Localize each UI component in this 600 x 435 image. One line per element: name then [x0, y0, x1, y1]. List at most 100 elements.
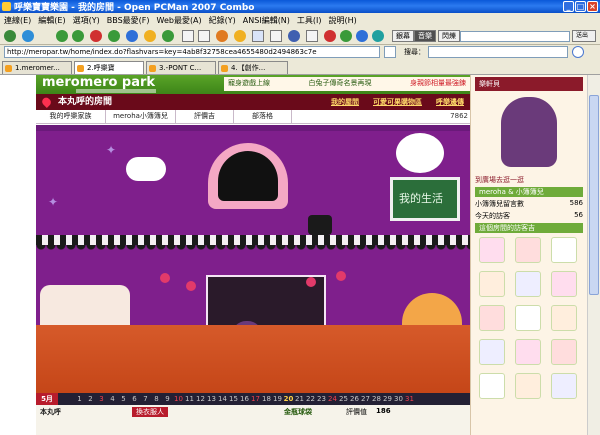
- flash-toggle[interactable]: 閃爍: [438, 30, 460, 42]
- tab-1[interactable]: 1.meromer...: [2, 61, 72, 74]
- stop-icon[interactable]: [90, 30, 102, 42]
- change-outfit-button[interactable]: 換衣服人: [132, 407, 168, 417]
- favorites-icon[interactable]: [144, 30, 156, 42]
- visitor-thumb[interactable]: [479, 373, 505, 399]
- shop-link[interactable]: 可愛可果購物區: [373, 94, 422, 110]
- calendar-day[interactable]: 4: [107, 395, 118, 403]
- visitor-thumb[interactable]: [515, 271, 541, 297]
- tab-3[interactable]: 3.-PONT C...: [146, 61, 216, 74]
- nav-guestbook[interactable]: meroha小簿簿兒: [106, 110, 176, 123]
- menu-options[interactable]: 選項(Y): [73, 15, 100, 26]
- tab-2[interactable]: 2.呼樂寶: [74, 61, 144, 74]
- header-link-2[interactable]: 白兔子傳奇名景再現: [309, 78, 372, 90]
- calendar-day[interactable]: 6: [129, 395, 140, 403]
- calendar-day[interactable]: 19: [272, 395, 283, 403]
- calendar-day[interactable]: 28: [371, 395, 382, 403]
- url-field[interactable]: http://meropar.tw/home/index.do?flashvar…: [4, 46, 380, 58]
- calendar-day[interactable]: 12: [195, 395, 206, 403]
- send-input[interactable]: [460, 31, 570, 42]
- visitor-thumb[interactable]: [479, 305, 505, 331]
- menu-tools[interactable]: 工具(I): [297, 15, 322, 26]
- calendar-day[interactable]: 24: [327, 395, 338, 403]
- copy-icon[interactable]: [182, 30, 194, 42]
- send-button[interactable]: 送出: [572, 30, 596, 42]
- calendar-day[interactable]: 31: [404, 395, 415, 403]
- forward-icon[interactable]: [72, 30, 84, 42]
- calendar-day[interactable]: 3: [96, 395, 107, 403]
- visitor-thumb[interactable]: [479, 237, 505, 263]
- go-icon[interactable]: [384, 46, 396, 58]
- play-icon[interactable]: [340, 30, 352, 42]
- visitor-thumb[interactable]: [551, 305, 577, 331]
- calendar-day[interactable]: 20: [283, 395, 294, 403]
- paste-icon[interactable]: [198, 30, 210, 42]
- visitor-thumb[interactable]: [515, 373, 541, 399]
- calendar-day[interactable]: 15: [228, 395, 239, 403]
- calendar-day[interactable]: 8: [151, 395, 162, 403]
- lock-icon[interactable]: [306, 30, 318, 42]
- calendar-day[interactable]: 26: [349, 395, 360, 403]
- my-room-link[interactable]: 我的屋間: [331, 94, 359, 110]
- menu-help[interactable]: 說明(H): [329, 15, 357, 26]
- calendar-day[interactable]: 23: [316, 395, 327, 403]
- view-icon[interactable]: [288, 30, 300, 42]
- visitor-thumb[interactable]: [515, 339, 541, 365]
- calendar-day[interactable]: 30: [393, 395, 404, 403]
- tab-4[interactable]: 4.【創作...: [218, 61, 288, 74]
- lamp[interactable]: [308, 215, 332, 235]
- calendar-day[interactable]: 13: [206, 395, 217, 403]
- menu-edit[interactable]: 編輯(E): [38, 15, 65, 26]
- nav-family[interactable]: 我的呼樂家族: [36, 110, 106, 123]
- menu-history[interactable]: 紀錄(Y): [209, 15, 236, 26]
- header-link-3[interactable]: 身親節相量最強鍊: [410, 78, 466, 90]
- scrollbar-thumb[interactable]: [589, 95, 599, 295]
- music-button[interactable]: 音樂: [414, 30, 436, 42]
- calendar-day[interactable]: 16: [239, 395, 250, 403]
- refresh-icon[interactable]: [108, 30, 120, 42]
- link-icon[interactable]: [162, 30, 174, 42]
- vertical-scrollbar[interactable]: [587, 75, 600, 435]
- visitor-thumb[interactable]: [515, 305, 541, 331]
- new-connection-icon[interactable]: [4, 30, 16, 42]
- visitor-thumb[interactable]: [479, 339, 505, 365]
- open-icon[interactable]: [22, 30, 34, 42]
- calendar-day[interactable]: 27: [360, 395, 371, 403]
- menu-connect[interactable]: 連線(E): [4, 15, 31, 26]
- calendar-day[interactable]: 17: [250, 395, 261, 403]
- menu-bbs-favorites[interactable]: BBS最愛(F): [107, 15, 150, 26]
- home-icon[interactable]: [126, 30, 138, 42]
- calendar-day[interactable]: 21: [294, 395, 305, 403]
- cloud-creature[interactable]: [126, 157, 166, 181]
- globe-icon[interactable]: [356, 30, 368, 42]
- calendar-day[interactable]: 25: [338, 395, 349, 403]
- menu-ansi-edit[interactable]: ANSI編輯(N): [243, 15, 290, 26]
- calendar-day[interactable]: 11: [184, 395, 195, 403]
- calendar-day[interactable]: 22: [305, 395, 316, 403]
- calendar-day[interactable]: 9: [162, 395, 173, 403]
- header-link-1[interactable]: 寵身遊戲上線: [228, 78, 270, 90]
- ansi-icon[interactable]: [216, 30, 228, 42]
- visitor-thumb[interactable]: [551, 339, 577, 365]
- nav-blog[interactable]: 部落格: [234, 110, 292, 123]
- plaza-link[interactable]: 呼樂邊傳: [436, 94, 464, 110]
- visitor-thumb[interactable]: [551, 373, 577, 399]
- visitor-thumb[interactable]: [515, 237, 541, 263]
- back-icon[interactable]: [56, 30, 68, 42]
- calendar-day[interactable]: 5: [118, 395, 129, 403]
- calendar-day[interactable]: 7: [140, 395, 151, 403]
- calendar-day[interactable]: 14: [217, 395, 228, 403]
- chalkboard[interactable]: 我的生活: [390, 177, 460, 221]
- calendar-day[interactable]: 29: [382, 395, 393, 403]
- record-icon[interactable]: [324, 30, 336, 42]
- nav-rating[interactable]: 評價吉: [176, 110, 234, 123]
- search-engine-icon[interactable]: [572, 46, 584, 58]
- visitor-thumb[interactable]: [551, 237, 577, 263]
- calendar-day[interactable]: 1: [74, 395, 85, 403]
- calendar-day[interactable]: 2: [85, 395, 96, 403]
- close-button[interactable]: ×: [587, 1, 598, 12]
- maximize-button[interactable]: □: [575, 1, 586, 12]
- screen-mode-button[interactable]: 銀幕: [392, 30, 414, 42]
- flower-mascot[interactable]: [396, 133, 444, 173]
- minimize-button[interactable]: _: [563, 1, 574, 12]
- gift-link[interactable]: 到廣場去逛一逛: [475, 175, 583, 184]
